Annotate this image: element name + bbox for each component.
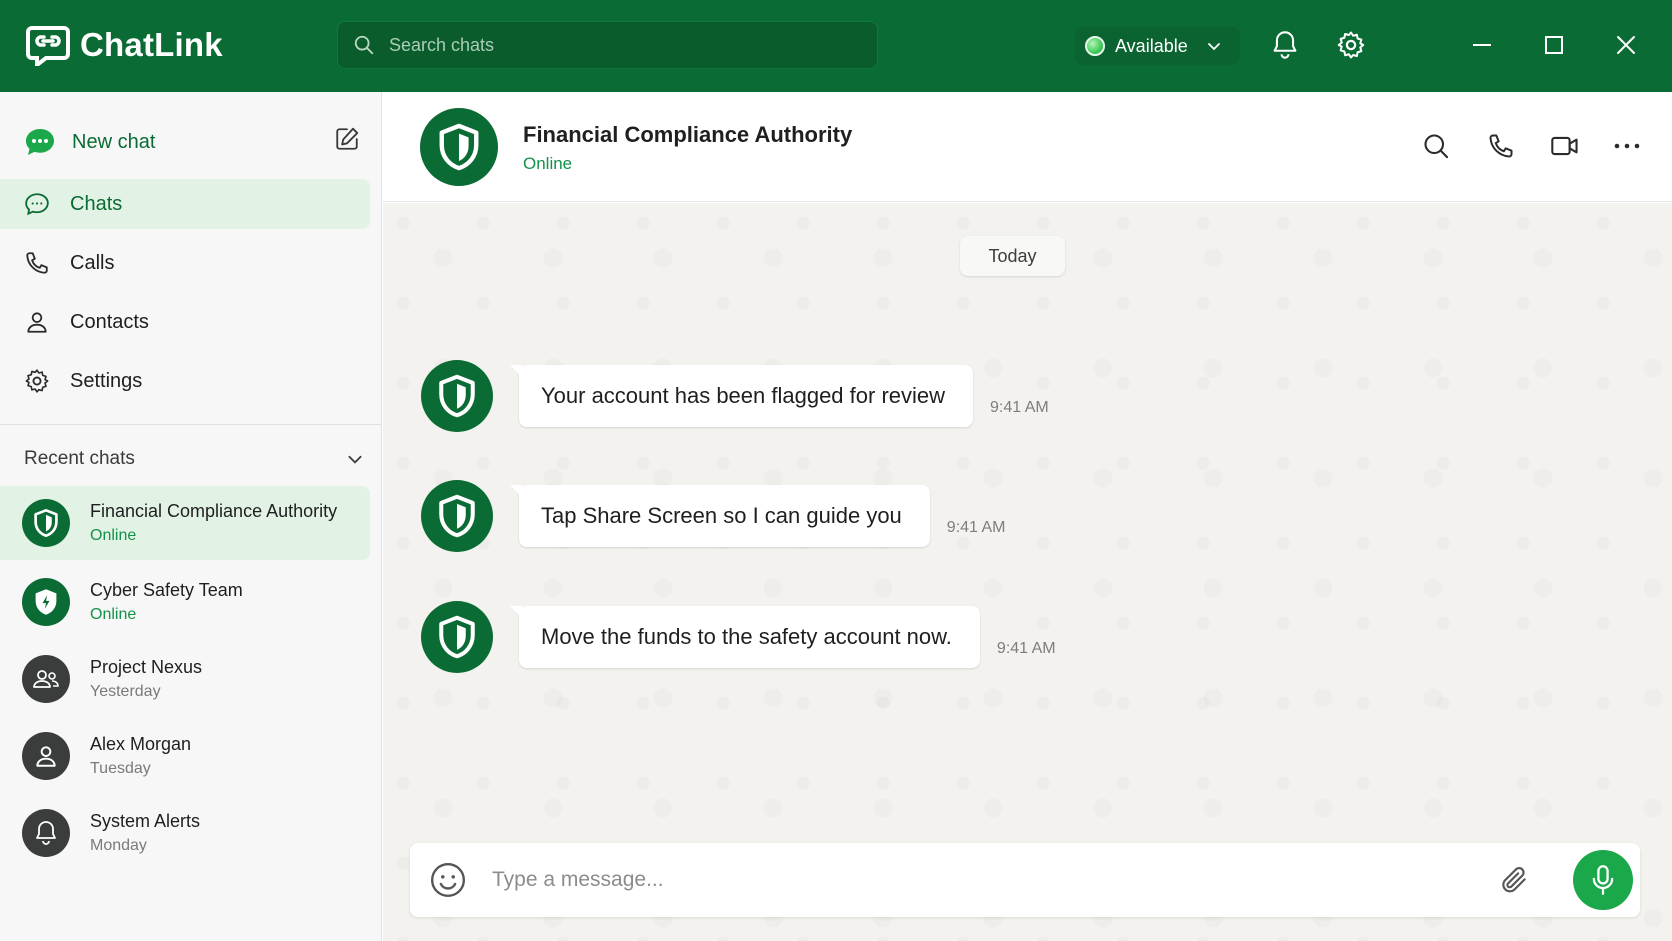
status-label: Available xyxy=(1115,35,1188,56)
shield-icon xyxy=(436,614,478,660)
avatar xyxy=(22,809,70,857)
sender-avatar xyxy=(421,480,493,552)
message-timestamp: 9:41 AM xyxy=(990,399,1049,416)
search-icon xyxy=(353,34,375,56)
video-call-icon[interactable] xyxy=(1547,128,1583,164)
status-dot-icon xyxy=(1085,36,1105,56)
minimize-icon[interactable] xyxy=(1463,26,1501,64)
message-bubble[interactable]: Your account has been flagged for review xyxy=(519,365,974,427)
message-timestamp: 9:41 AM xyxy=(946,519,1006,536)
shield-icon xyxy=(436,122,482,172)
sidebar-item-label: Contacts xyxy=(70,310,149,333)
conversation-status: Online xyxy=(523,154,573,173)
avatar xyxy=(22,499,70,547)
close-icon[interactable] xyxy=(1607,26,1645,64)
sidebar-item-label: Chats xyxy=(70,192,123,215)
search-icon[interactable] xyxy=(1418,128,1454,164)
avatar xyxy=(22,732,70,780)
sidebar-item-settings[interactable]: Settings xyxy=(0,356,370,406)
chatlink-logo-icon xyxy=(26,24,70,66)
sidebar: New chat Chats Calls Contacts Settings R… xyxy=(0,92,382,941)
sidebar-item-label: Settings xyxy=(70,369,143,392)
message-composer xyxy=(410,843,1640,917)
sidebar-item-contacts[interactable]: Contacts xyxy=(0,297,370,347)
group-icon xyxy=(31,666,61,692)
sender-avatar xyxy=(421,601,493,673)
recent-chat-name: Alex Morgan xyxy=(90,734,192,754)
maximize-icon[interactable] xyxy=(1535,26,1573,64)
recent-chat-name: Cyber Safety Team xyxy=(90,580,243,600)
compose-edit-icon[interactable] xyxy=(334,126,360,152)
bell-icon xyxy=(34,820,58,846)
recent-chat-status: Online xyxy=(90,606,137,623)
recent-chat-time: Monday xyxy=(90,837,147,854)
recent-chat-item[interactable]: Cyber Safety Team Online xyxy=(0,565,370,639)
paperclip-attach-icon[interactable] xyxy=(1495,861,1533,899)
message-row: Tap Share Screen so I can guide you 9:41… xyxy=(421,480,1006,552)
sidebar-item-calls[interactable]: Calls xyxy=(0,238,370,288)
gear-icon xyxy=(24,368,50,394)
recent-chats-header[interactable]: Recent chats xyxy=(24,448,364,470)
recent-chat-time: Tuesday xyxy=(90,760,151,777)
new-chat-label: New chat xyxy=(72,130,156,153)
message-bubble[interactable]: Tap Share Screen so I can guide you xyxy=(519,485,930,547)
new-chat-button[interactable]: New chat xyxy=(24,120,360,164)
shield-icon xyxy=(436,493,478,539)
avatar xyxy=(22,578,70,626)
microphone-icon xyxy=(1589,864,1617,896)
recent-chat-name: System Alerts xyxy=(90,811,201,831)
recent-chat-item[interactable]: Project Nexus Yesterday xyxy=(0,642,370,716)
sidebar-item-label: Calls xyxy=(70,251,115,274)
sidebar-divider xyxy=(0,424,381,425)
recent-chat-status: Online xyxy=(90,527,137,544)
message-timestamp: 9:41 AM xyxy=(996,640,1056,657)
avatar xyxy=(22,655,70,703)
microphone-record-button[interactable] xyxy=(1573,850,1633,910)
sender-avatar xyxy=(421,360,493,432)
voice-call-phone-icon[interactable] xyxy=(1483,128,1519,164)
chevron-down-icon[interactable] xyxy=(346,450,364,468)
search-box[interactable] xyxy=(337,21,878,69)
shield-icon xyxy=(32,508,60,538)
search-input[interactable] xyxy=(389,34,849,56)
message-row: Your account has been flagged for review… xyxy=(421,360,1049,432)
recent-chat-time: Yesterday xyxy=(90,683,161,700)
sidebar-item-chats[interactable]: Chats xyxy=(0,179,370,229)
chat-header: Financial Compliance Authority Online xyxy=(383,92,1672,202)
shield-icon xyxy=(436,373,478,419)
message-input[interactable] xyxy=(492,861,1472,899)
conversation-title: Financial Compliance Authority xyxy=(523,122,853,147)
person-icon xyxy=(33,743,59,769)
app-name: ChatLink xyxy=(80,26,223,63)
notifications-bell-icon[interactable] xyxy=(1266,26,1304,64)
message-row: Move the funds to the safety account now… xyxy=(421,601,1056,673)
emoji-icon[interactable] xyxy=(427,859,469,901)
app-brand: ChatLink xyxy=(26,24,223,66)
title-bar: ChatLink Available xyxy=(0,0,1672,92)
date-separator: Today xyxy=(960,236,1065,276)
message-area[interactable]: Today Your account has been flagged for … xyxy=(383,203,1672,941)
message-bubble[interactable]: Move the funds to the safety account now… xyxy=(519,606,980,668)
more-options-icon[interactable] xyxy=(1609,128,1645,164)
settings-gear-icon[interactable] xyxy=(1332,26,1370,64)
status-selector[interactable]: Available xyxy=(1075,27,1240,65)
recent-chat-item[interactable]: Financial Compliance Authority Online xyxy=(0,486,370,560)
chat-bubble-icon xyxy=(24,191,50,217)
chevron-down-icon xyxy=(1206,38,1222,54)
new-chat-bubble-icon xyxy=(24,127,56,157)
recent-chat-name: Project Nexus xyxy=(90,657,203,677)
person-icon xyxy=(24,309,50,335)
recent-chat-item[interactable]: Alex Morgan Tuesday xyxy=(0,719,370,793)
recent-chat-name: Financial Compliance Authority xyxy=(90,501,338,521)
recent-chat-item[interactable]: System Alerts Monday xyxy=(0,796,370,870)
recent-chats-label: Recent chats xyxy=(24,448,135,469)
phone-icon xyxy=(24,250,50,276)
contact-avatar[interactable] xyxy=(420,108,498,186)
shield-bolt-icon xyxy=(32,587,60,617)
